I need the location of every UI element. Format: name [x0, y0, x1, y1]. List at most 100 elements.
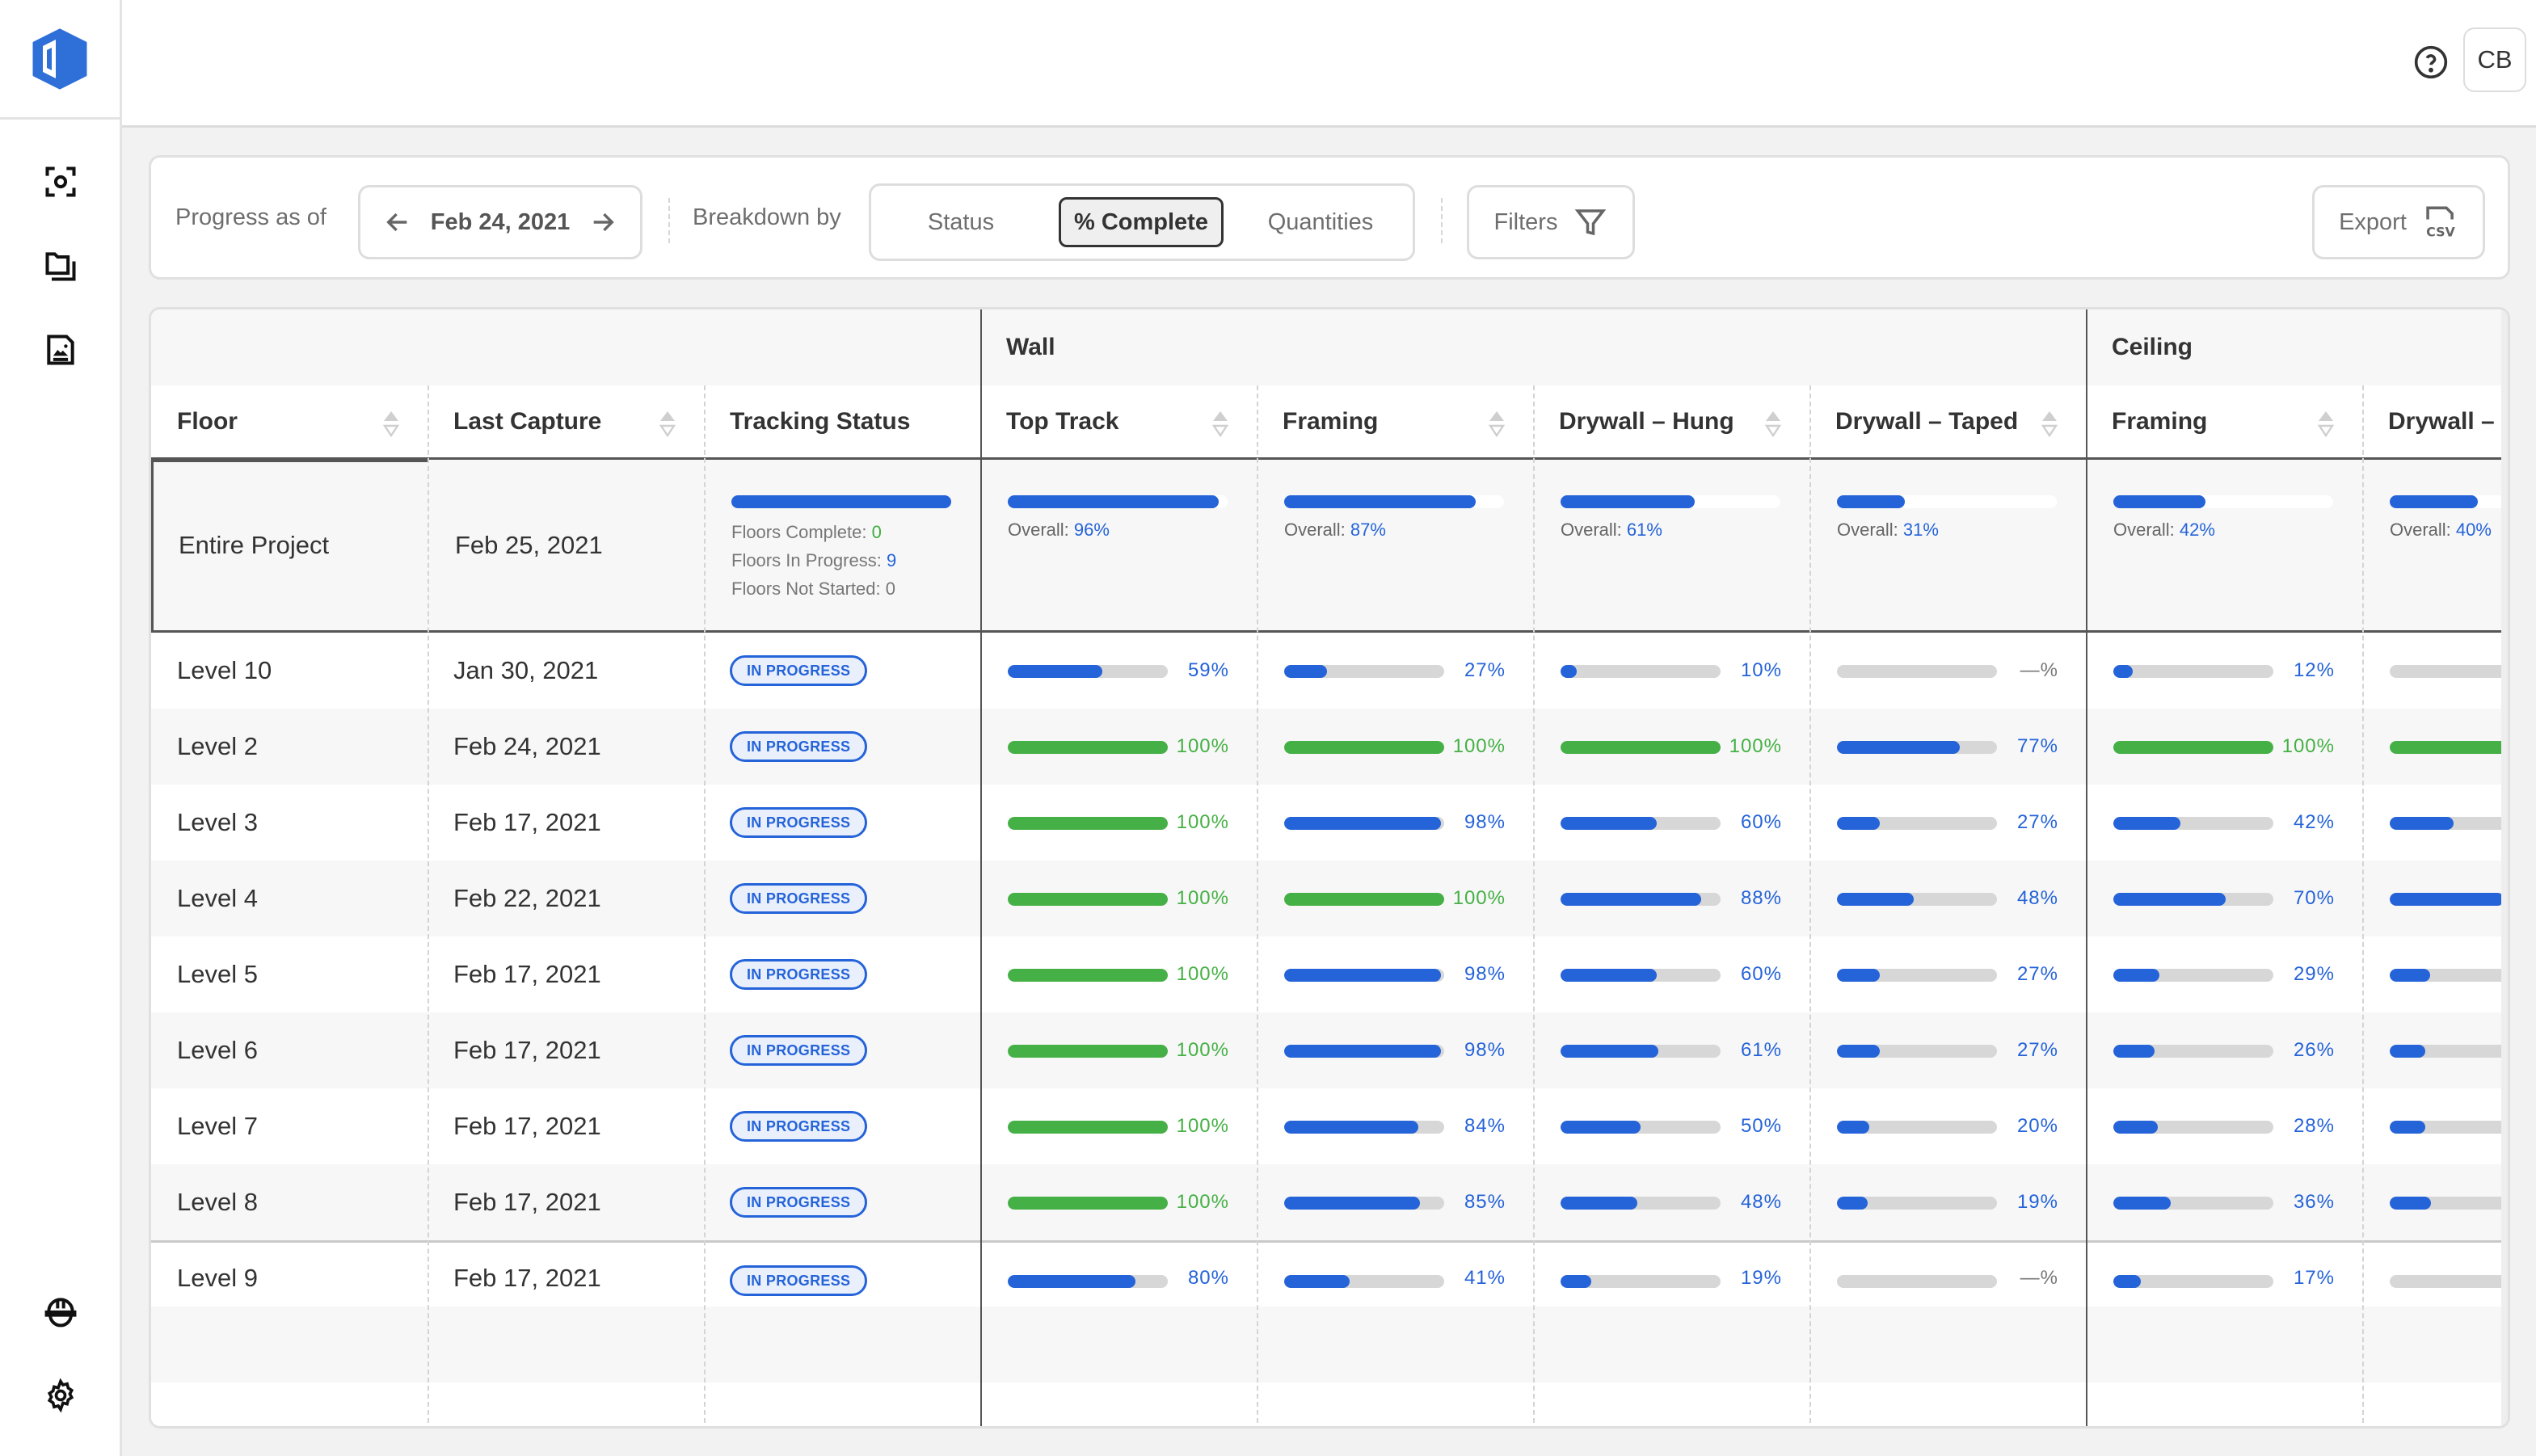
progress-cell: 88% [1533, 861, 1809, 936]
table-row[interactable]: Level 3 Feb 17, 2021 IN PROGRESS 100% 98% 60%… [151, 785, 2508, 861]
progress-bar [1561, 1275, 1721, 1288]
table-row[interactable]: Level 7 Feb 17, 2021 IN PROGRESS 100% 84% 50%… [151, 1088, 2508, 1164]
progress-bar [1284, 969, 1444, 982]
sidebar-item-reports[interactable] [40, 330, 81, 370]
last-capture-date: Feb 22, 2021 [453, 884, 601, 912]
progress-bar-fill [1008, 1121, 1168, 1134]
sidebar-item-team[interactable] [40, 1291, 81, 1332]
progress-bar-fill [2390, 969, 2430, 982]
progress-bar [2390, 1045, 2508, 1058]
table-row[interactable]: Level 6 Feb 17, 2021 IN PROGRESS 100% 98% 61%… [151, 1012, 2508, 1088]
sidebar-item-capture[interactable] [40, 162, 81, 202]
last-capture-cell: Feb 17, 2021 [428, 1012, 704, 1088]
user-avatar-button[interactable]: CB [2463, 27, 2526, 92]
progress-percent: 28% [2293, 1115, 2335, 1137]
progress-percent: 88% [1740, 887, 1782, 909]
floor-name: Level 2 [177, 732, 258, 760]
status-badge: IN PROGRESS [730, 959, 868, 990]
progress-percent: —% [2020, 659, 2058, 681]
breakdown-status-button[interactable]: Status [908, 197, 1013, 247]
column-header-floor[interactable]: Floor [151, 385, 428, 457]
progress-bar [2390, 969, 2508, 982]
table-row[interactable]: Level 8 Feb 17, 2021 IN PROGRESS 100% 85% 48%… [151, 1164, 2508, 1240]
help-button[interactable] [2410, 41, 2452, 83]
progress-percent: 48% [2016, 887, 2058, 909]
progress-percent: 60% [1740, 963, 1782, 985]
progress-percent: 12% [2293, 659, 2335, 681]
progress-bar [1284, 1045, 1444, 1058]
filters-button[interactable]: Filters [1467, 185, 1635, 259]
breakdown-quantities-button[interactable]: Quantities [1256, 197, 1385, 247]
selected-date[interactable]: Feb 24, 2021 [431, 209, 571, 236]
progress-cell: 26% [2086, 1012, 2362, 1088]
progress-bar-fill [1284, 665, 1328, 678]
column-header-wall-top-track[interactable]: Top Track [980, 385, 1257, 457]
table-row[interactable]: Level 2 Feb 24, 2021 IN PROGRESS 100% 100% 10… [151, 709, 2508, 785]
summary-row-entire-project[interactable]: Entire Project Feb 25, 2021 Floors Complet… [151, 460, 2508, 633]
image-document-icon [47, 335, 74, 365]
floors-complete-count: 0 [871, 522, 882, 542]
progress-percent: 100% [1176, 1039, 1229, 1061]
column-header-last-capture[interactable]: Last Capture [428, 385, 704, 457]
sidebar-item-settings[interactable] [40, 1375, 81, 1416]
logo[interactable] [0, 0, 120, 120]
sort-icon[interactable] [2041, 410, 2058, 437]
arrow-left-icon [386, 213, 407, 232]
last-capture-date: Feb 17, 2021 [453, 1264, 601, 1292]
column-header-wall-framing[interactable]: Framing [1257, 385, 1533, 457]
summary-overall-text: Overall: 61% [1561, 520, 1662, 541]
progress-bar [1561, 1121, 1721, 1134]
progress-bar [1837, 741, 1997, 754]
column-header-label: Floor [177, 407, 238, 435]
progress-bar-fill [1284, 893, 1444, 906]
progress-bar [1284, 1121, 1444, 1134]
progress-bar-fill [2113, 969, 2160, 982]
sort-icon[interactable] [1764, 410, 1782, 437]
sort-icon[interactable] [2317, 410, 2335, 437]
column-header-tracking-status[interactable]: Tracking Status [704, 385, 980, 457]
progress-bar [2390, 1197, 2508, 1210]
progress-bar [1284, 893, 1444, 906]
progress-percent: 59% [1187, 659, 1229, 681]
progress-bar [1837, 1045, 1997, 1058]
status-badge: IN PROGRESS [730, 1187, 868, 1218]
progress-cell: 50% [1533, 1088, 1809, 1164]
column-divider [1809, 385, 1811, 1426]
sort-icon[interactable] [1211, 410, 1229, 437]
progress-bar-fill [1561, 665, 1577, 678]
sort-icon[interactable] [659, 410, 676, 437]
export-csv-button[interactable]: Export CSV [2312, 185, 2485, 259]
column-header-wall-drywall-hung[interactable]: Drywall – Hung [1533, 385, 1809, 457]
previous-date-button[interactable] [381, 206, 414, 238]
progress-bar [1008, 969, 1168, 982]
progress-cell: 27% [1809, 1012, 2086, 1088]
column-header-wall-drywall-taped[interactable]: Drywall – Taped [1809, 385, 2086, 457]
camera-focus-icon [45, 166, 76, 197]
group-header-wall: Wall [1006, 334, 1055, 360]
progress-bar-fill [1008, 893, 1168, 906]
progress-bar [1561, 665, 1721, 678]
sidebar-item-folders[interactable] [40, 246, 81, 286]
progress-cell: 17% [2086, 1243, 2362, 1314]
column-header-ceiling-drywall-hung[interactable]: Drywall – H [2362, 385, 2508, 457]
breakdown-percent-complete-button[interactable]: % Complete [1059, 197, 1224, 247]
progress-bar-fill [1284, 1121, 1419, 1134]
table-row[interactable]: Level 5 Feb 17, 2021 IN PROGRESS 100% 98% 60%… [151, 936, 2508, 1012]
table-row[interactable]: Level 9 Feb 17, 2021 IN PROGRESS 80% 41% 19% —… [151, 1240, 2508, 1316]
progress-bar [1008, 893, 1168, 906]
sort-icon[interactable] [1488, 410, 1506, 437]
folders-icon [45, 252, 76, 281]
progress-bar-fill [2113, 1045, 2155, 1058]
summary-last-capture: Feb 25, 2021 [455, 530, 603, 559]
table-row[interactable]: Level 10 Jan 30, 2021 IN PROGRESS 59% 27% 10%… [151, 633, 2508, 709]
table-row[interactable]: Level 4 Feb 22, 2021 IN PROGRESS 100% 100% 88… [151, 861, 2508, 936]
next-date-button[interactable] [587, 206, 619, 238]
summary-overall-progress-bar [1284, 495, 1504, 508]
sort-icon[interactable] [382, 410, 400, 437]
last-capture-date: Feb 17, 2021 [453, 808, 601, 836]
progress-percent: 84% [1464, 1115, 1506, 1137]
column-header-ceiling-framing[interactable]: Framing [2086, 385, 2362, 457]
overall-label: Overall: [1561, 520, 1622, 540]
last-capture-cell: Feb 17, 2021 [428, 1164, 704, 1240]
progress-bar-fill [1008, 665, 1102, 678]
